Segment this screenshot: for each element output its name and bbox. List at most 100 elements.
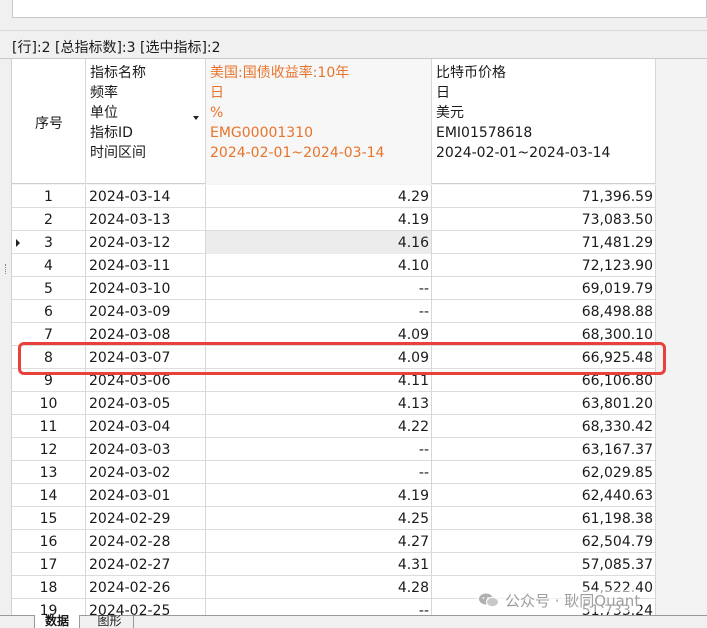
row-value-btc[interactable]: 73,083.50: [432, 208, 656, 231]
row-value-yield[interactable]: --: [206, 438, 432, 461]
row-number[interactable]: 1: [12, 185, 86, 208]
row-value-btc[interactable]: 57,085.37: [432, 553, 656, 576]
row-value-btc[interactable]: 69,019.79: [432, 277, 656, 300]
row-date[interactable]: 2024-02-26: [86, 576, 206, 599]
row-value-yield[interactable]: 4.27: [206, 530, 432, 553]
row-value-btc[interactable]: 66,106.80: [432, 369, 656, 392]
row-number[interactable]: 13: [12, 461, 86, 484]
row-value-yield[interactable]: 4.19: [206, 484, 432, 507]
row-date[interactable]: 2024-03-02: [86, 461, 206, 484]
row-date[interactable]: 2024-03-09: [86, 300, 206, 323]
meta-dropdown-icon[interactable]: [193, 116, 199, 120]
table-row[interactable]: 11 2024-03-04 4.22 68,330.42: [12, 415, 656, 438]
row-value-btc[interactable]: 68,330.42: [432, 415, 656, 438]
row-date[interactable]: 2024-03-12: [86, 231, 206, 254]
row-date[interactable]: 2024-02-27: [86, 553, 206, 576]
data-grid[interactable]: 序号 指标名称 频率 单位 指标ID 时间区间 美国:国债收益率:10年 日 %…: [12, 59, 707, 615]
row-date[interactable]: 2024-02-25: [86, 599, 206, 615]
row-value-yield[interactable]: 4.29: [206, 185, 432, 208]
row-value-btc[interactable]: 62,440.63: [432, 484, 656, 507]
row-date[interactable]: 2024-03-04: [86, 415, 206, 438]
table-row[interactable]: 3 2024-03-12 4.16 71,481.29: [12, 231, 656, 254]
row-number[interactable]: 16: [12, 530, 86, 553]
row-value-yield[interactable]: 4.19: [206, 208, 432, 231]
row-number[interactable]: 3: [12, 231, 86, 254]
row-number[interactable]: 12: [12, 438, 86, 461]
row-value-btc[interactable]: 62,029.85: [432, 461, 656, 484]
row-date[interactable]: 2024-03-06: [86, 369, 206, 392]
row-value-yield[interactable]: 4.16: [206, 231, 432, 254]
row-date[interactable]: 2024-02-28: [86, 530, 206, 553]
header-series1-column[interactable]: 美国:国债收益率:10年 日 % EMG00001310 2024-02-01~…: [206, 59, 432, 184]
row-value-yield[interactable]: --: [206, 277, 432, 300]
tab-chart[interactable]: 图形: [86, 615, 134, 628]
row-date[interactable]: 2024-03-01: [86, 484, 206, 507]
header-meta-column[interactable]: 指标名称 频率 单位 指标ID 时间区间: [86, 59, 206, 184]
row-value-yield[interactable]: 4.25: [206, 507, 432, 530]
table-row[interactable]: 2 2024-03-13 4.19 73,083.50: [12, 208, 656, 231]
row-value-yield[interactable]: 4.11: [206, 369, 432, 392]
row-date[interactable]: 2024-03-13: [86, 208, 206, 231]
table-row[interactable]: 10 2024-03-05 4.13 63,801.20: [12, 392, 656, 415]
row-number[interactable]: 10: [12, 392, 86, 415]
row-value-yield[interactable]: --: [206, 461, 432, 484]
row-number[interactable]: 11: [12, 415, 86, 438]
row-value-yield[interactable]: 4.31: [206, 553, 432, 576]
table-row[interactable]: 7 2024-03-08 4.09 68,300.10: [12, 323, 656, 346]
row-number[interactable]: 2: [12, 208, 86, 231]
row-date[interactable]: 2024-02-29: [86, 507, 206, 530]
row-date[interactable]: 2024-03-03: [86, 438, 206, 461]
row-value-btc[interactable]: 71,481.29: [432, 231, 656, 254]
row-number[interactable]: 15: [12, 507, 86, 530]
row-date[interactable]: 2024-03-10: [86, 277, 206, 300]
table-row[interactable]: 12 2024-03-03 -- 63,167.37: [12, 438, 656, 461]
row-value-yield[interactable]: 4.09: [206, 346, 432, 369]
table-row[interactable]: 15 2024-02-29 4.25 61,198.38: [12, 507, 656, 530]
row-number[interactable]: 18: [12, 576, 86, 599]
row-number[interactable]: 6: [12, 300, 86, 323]
table-row[interactable]: 17 2024-02-27 4.31 57,085.37: [12, 553, 656, 576]
row-date[interactable]: 2024-03-05: [86, 392, 206, 415]
row-number[interactable]: 17: [12, 553, 86, 576]
row-number[interactable]: 4: [12, 254, 86, 277]
row-number[interactable]: 14: [12, 484, 86, 507]
row-value-btc[interactable]: 62,504.79: [432, 530, 656, 553]
table-row[interactable]: 5 2024-03-10 -- 69,019.79: [12, 277, 656, 300]
table-row[interactable]: 1 2024-03-14 4.29 71,396.59: [12, 185, 656, 208]
table-row[interactable]: 9 2024-03-06 4.11 66,106.80: [12, 369, 656, 392]
row-value-btc[interactable]: 63,801.20: [432, 392, 656, 415]
row-value-yield[interactable]: --: [206, 300, 432, 323]
row-value-yield[interactable]: --: [206, 599, 432, 615]
row-number[interactable]: 9: [12, 369, 86, 392]
row-value-yield[interactable]: 4.22: [206, 415, 432, 438]
row-date[interactable]: 2024-03-08: [86, 323, 206, 346]
header-seq-column[interactable]: 序号: [12, 59, 86, 184]
table-row[interactable]: 14 2024-03-01 4.19 62,440.63: [12, 484, 656, 507]
row-number[interactable]: 7: [12, 323, 86, 346]
row-value-btc[interactable]: 61,198.38: [432, 507, 656, 530]
table-row[interactable]: 6 2024-03-09 -- 68,498.88: [12, 300, 656, 323]
row-value-yield[interactable]: 4.28: [206, 576, 432, 599]
row-value-yield[interactable]: 4.13: [206, 392, 432, 415]
row-value-yield[interactable]: 4.09: [206, 323, 432, 346]
table-row[interactable]: 13 2024-03-02 -- 62,029.85: [12, 461, 656, 484]
table-row[interactable]: 16 2024-02-28 4.27 62,504.79: [12, 530, 656, 553]
row-value-btc[interactable]: 72,123.90: [432, 254, 656, 277]
table-row[interactable]: 8 2024-03-07 4.09 66,925.48: [12, 346, 656, 369]
formula-input[interactable]: [12, 0, 707, 18]
row-value-btc[interactable]: 71,396.59: [432, 185, 656, 208]
row-value-btc[interactable]: 66,925.48: [432, 346, 656, 369]
row-number[interactable]: 5: [12, 277, 86, 300]
row-date[interactable]: 2024-03-14: [86, 185, 206, 208]
table-row[interactable]: 4 2024-03-11 4.10 72,123.90: [12, 254, 656, 277]
tab-data[interactable]: 数据: [34, 615, 80, 628]
row-value-btc[interactable]: 68,498.88: [432, 300, 656, 323]
splitter-handle[interactable]: [5, 264, 7, 274]
row-value-btc[interactable]: 63,167.37: [432, 438, 656, 461]
row-date[interactable]: 2024-03-07: [86, 346, 206, 369]
row-number[interactable]: 19: [12, 599, 86, 615]
row-number[interactable]: 8: [12, 346, 86, 369]
row-value-yield[interactable]: 4.10: [206, 254, 432, 277]
row-date[interactable]: 2024-03-11: [86, 254, 206, 277]
row-value-btc[interactable]: 68,300.10: [432, 323, 656, 346]
